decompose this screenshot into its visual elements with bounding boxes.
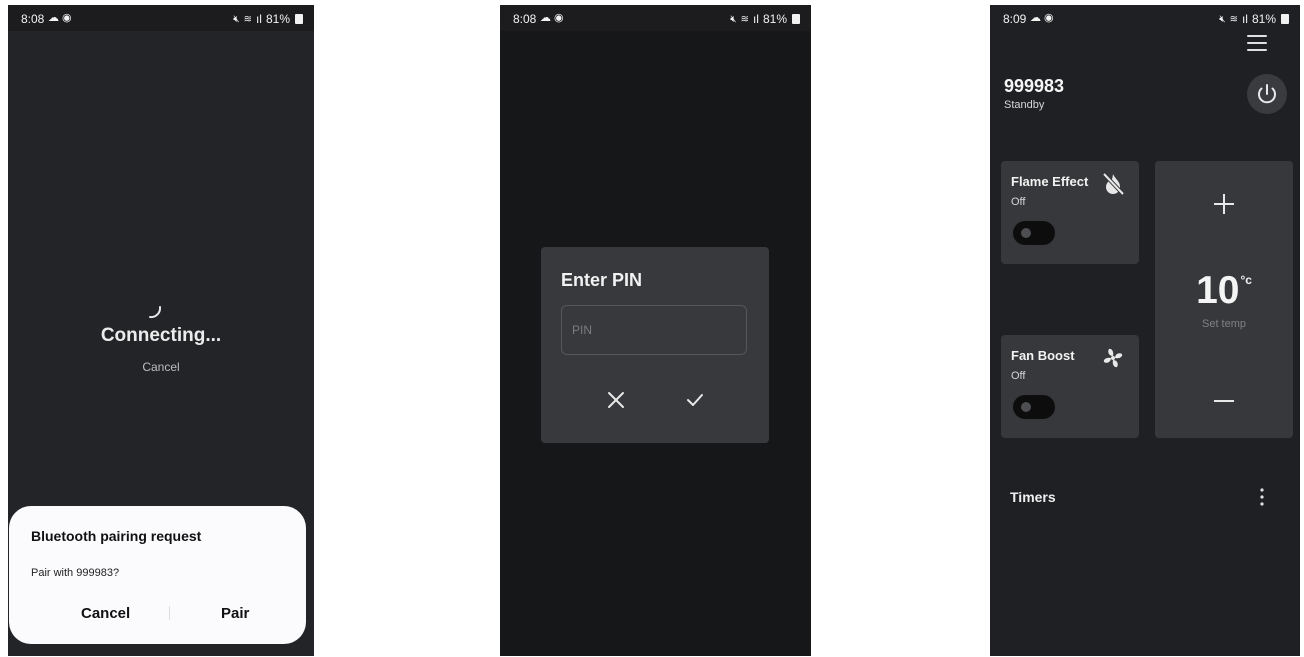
more-vert-icon[interactable] (1254, 486, 1270, 508)
pin-screen: 8:08 ☁ ◉ 🔇︎ ≋ ıl 81% Enter PIN (500, 5, 811, 656)
plus-icon (1214, 194, 1234, 214)
mute-icon: 🔇︎ (1219, 13, 1226, 25)
temp-number: 10 (1196, 269, 1240, 312)
connecting-screen: 8:08 ☁ ◉ 🔇︎ ≋ ıl 81% Connecting... Cance… (8, 5, 314, 656)
signal-icon: ıl (255, 12, 262, 26)
status-time: 8:08 (21, 12, 45, 26)
battery-text: 81% (265, 12, 290, 26)
flame-effect-card: Flame Effect Off (1001, 161, 1139, 264)
toggle-knob (1021, 228, 1031, 238)
device-name: 999983 (1004, 76, 1065, 96)
divider (169, 606, 170, 620)
pin-confirm-button[interactable] (682, 387, 708, 413)
flame-effect-toggle[interactable] (1013, 221, 1055, 245)
control-screen: 8:09 ☁ ◉ 🔇︎ ≋ ıl 81% 999983 Standby Flam… (990, 5, 1300, 656)
battery-icon (295, 14, 303, 24)
fan-icon (1103, 348, 1123, 368)
pin-dialog: Enter PIN (541, 247, 769, 443)
status-time: 8:08 (513, 12, 537, 26)
connecting-cancel-link[interactable]: Cancel (8, 360, 314, 374)
fan-boost-card: Fan Boost Off (1001, 335, 1139, 438)
power-button[interactable] (1247, 74, 1287, 114)
signal-icon: ıl (1241, 12, 1248, 26)
connecting-title: Connecting... (100, 325, 222, 346)
hamburger-menu-icon[interactable] (1246, 32, 1268, 54)
signal-icon: ıl (752, 12, 759, 26)
status-bar: 8:09 ☁ ◉ 🔇︎ ≋ ıl 81% (990, 5, 1300, 31)
status-bar: 8:08 ☁ ◉ 🔇︎ ≋ ıl 81% (500, 5, 811, 31)
temp-unit: °c (1240, 273, 1252, 287)
status-bar: 8:08 ☁ ◉ 🔇︎ ≋ ıl 81% (8, 5, 314, 31)
temp-decrease-button[interactable] (1211, 388, 1237, 414)
pin-dialog-title: Enter PIN (561, 270, 643, 290)
pairing-dialog-title: Bluetooth pairing request (31, 528, 202, 544)
flame-off-icon (1102, 172, 1125, 196)
wifi-icon: ≋ (243, 13, 252, 25)
cloud-icon: ☁ (48, 12, 59, 24)
toggle-knob (1021, 402, 1031, 412)
device-status: Standby (1004, 99, 1045, 111)
wifi-icon: ≋ (1229, 13, 1238, 25)
pairing-dialog-message: Pair with 999983? (31, 567, 120, 579)
wifi-icon: ≋ (740, 13, 749, 25)
cloud-icon: ☁ (1030, 12, 1041, 24)
timers-heading: Timers (1010, 489, 1056, 505)
battery-text: 81% (1251, 12, 1276, 26)
fan-boost-toggle[interactable] (1013, 395, 1055, 419)
pair-button[interactable]: Pair (215, 604, 255, 623)
status-time: 8:09 (1003, 12, 1027, 26)
cloud-icon: ☁ (540, 12, 551, 24)
status-right: 🔇︎ ≋ ıl 81% (233, 12, 303, 26)
check-icon (687, 394, 703, 406)
close-icon (608, 392, 624, 408)
flame-effect-state: Off (1011, 196, 1026, 208)
sync-icon: ◉ (554, 12, 564, 24)
battery-text: 81% (762, 12, 787, 26)
sync-icon: ◉ (1044, 12, 1054, 24)
flame-effect-label: Flame Effect (1011, 174, 1089, 189)
set-temp-label: Set temp (1201, 318, 1247, 330)
set-temp-card: 10°c Set temp (1155, 161, 1293, 438)
status-right: 🔇︎ ≋ ıl 81% (730, 12, 800, 26)
mute-icon: 🔇︎ (730, 13, 737, 25)
pairing-cancel-button[interactable]: Cancel (75, 604, 136, 623)
status-right: 🔇︎ ≋ ıl 81% (1219, 12, 1289, 26)
spinner-icon (149, 306, 162, 319)
fan-boost-state: Off (1011, 370, 1026, 382)
power-icon (1258, 84, 1276, 104)
temp-increase-button[interactable] (1211, 191, 1237, 217)
battery-icon (1281, 14, 1289, 24)
fan-boost-label: Fan Boost (1011, 348, 1075, 363)
minus-icon (1214, 400, 1234, 402)
pin-input[interactable] (561, 305, 747, 355)
battery-icon (792, 14, 800, 24)
temp-value: 10°c (1155, 269, 1293, 313)
sync-icon: ◉ (62, 12, 72, 24)
pin-cancel-button[interactable] (603, 387, 629, 413)
bluetooth-pairing-dialog: Bluetooth pairing request Pair with 9999… (9, 506, 306, 644)
mute-icon: 🔇︎ (233, 13, 240, 25)
